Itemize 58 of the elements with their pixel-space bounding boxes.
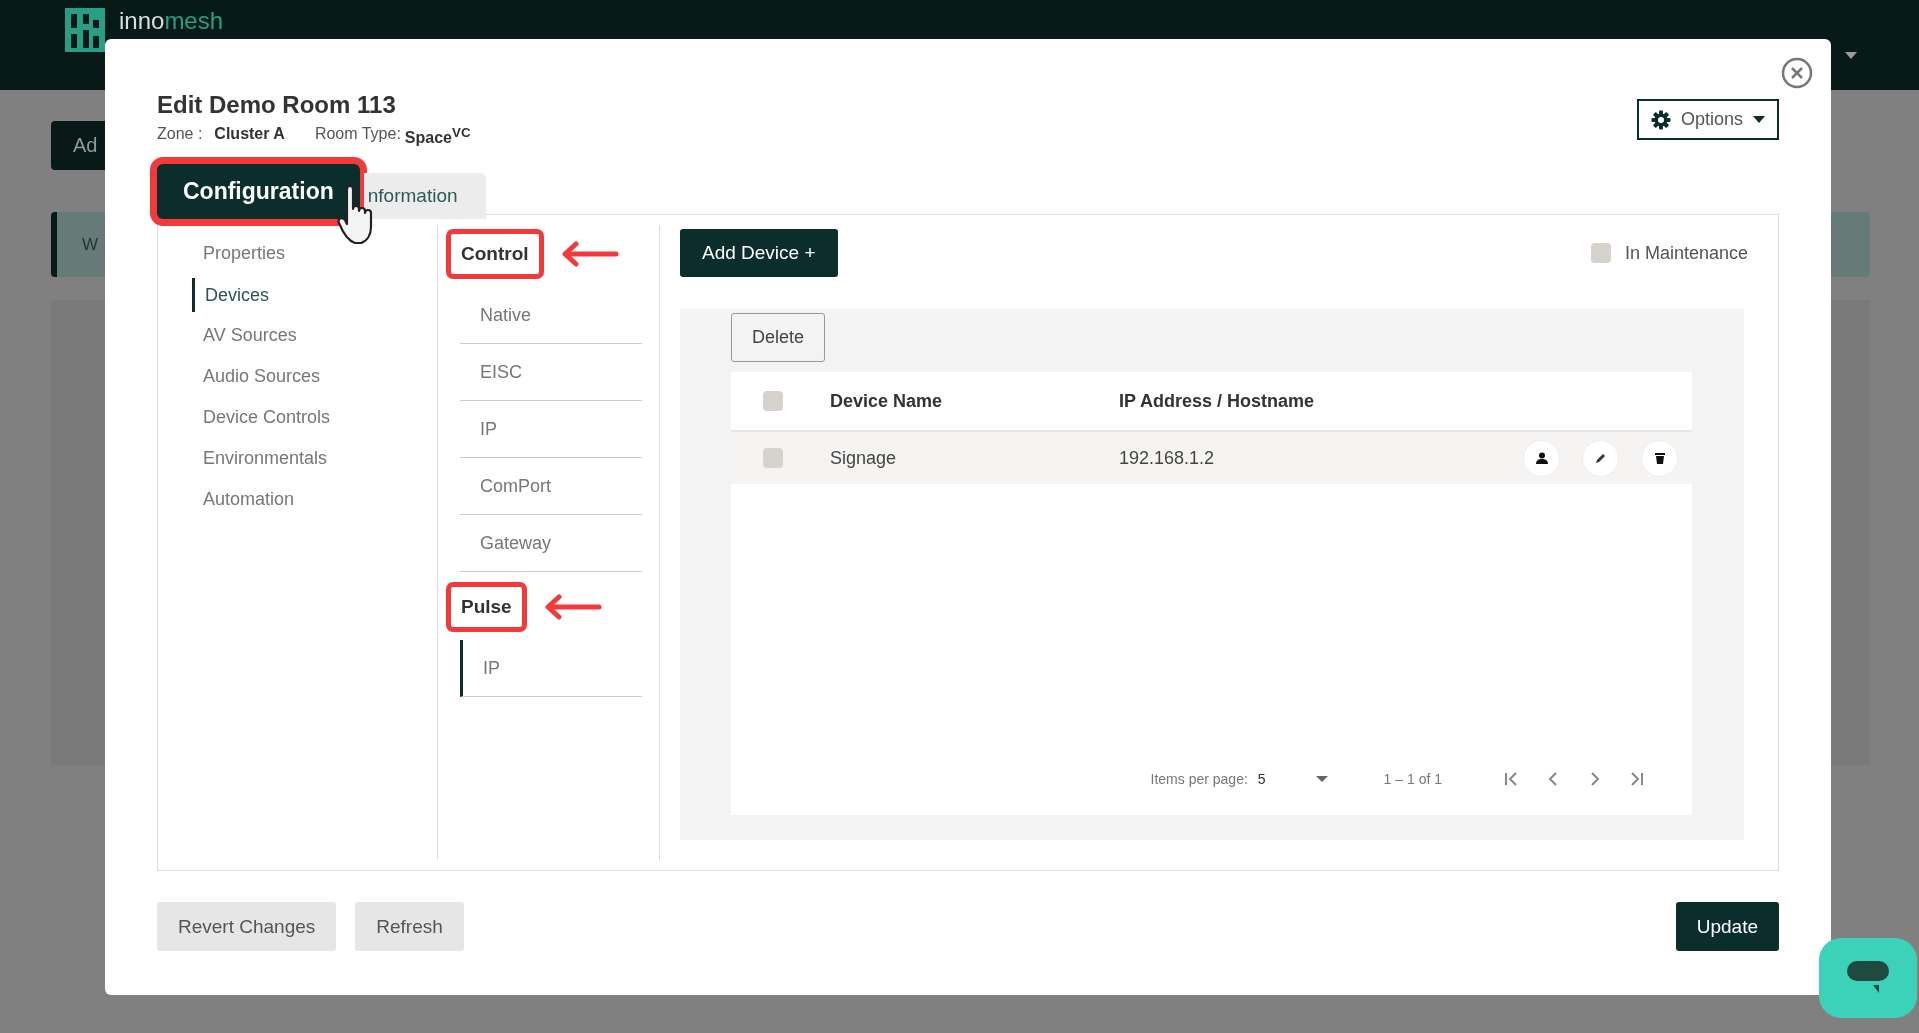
caret-icon bbox=[1753, 116, 1765, 123]
caret-icon[interactable] bbox=[1845, 52, 1857, 59]
zone-value: Cluster A bbox=[214, 125, 285, 144]
caret-icon[interactable] bbox=[1315, 776, 1328, 783]
first-page-icon bbox=[1504, 771, 1518, 788]
chevron-left-icon bbox=[1546, 771, 1560, 788]
column-header: Device Name bbox=[830, 390, 944, 412]
checkbox[interactable] bbox=[1590, 243, 1611, 264]
room-type-value: Space$^{VC}$ bbox=[404, 125, 471, 148]
group-heading: Control bbox=[446, 229, 544, 280]
checkbox[interactable] bbox=[763, 448, 783, 469]
nav-item[interactable]: Properties bbox=[158, 233, 437, 275]
delete-button[interactable]: Delete bbox=[731, 313, 826, 363]
page-size-select[interactable]: 5 bbox=[1257, 771, 1266, 788]
device-type-item[interactable]: Gateway bbox=[460, 515, 642, 573]
update-button[interactable]: Update bbox=[1675, 902, 1779, 952]
annotation-arrow bbox=[559, 241, 620, 268]
device-type-item[interactable]: IP bbox=[460, 640, 642, 698]
device-type-item[interactable]: Native bbox=[460, 287, 642, 345]
nav-item[interactable]: AV Sources bbox=[158, 315, 437, 357]
table-cell-text: 192.168.1.2 bbox=[1119, 447, 1216, 469]
zone-label: Zone : bbox=[157, 125, 203, 144]
footer-button[interactable]: Refresh bbox=[355, 902, 464, 952]
column-header: IP Address / Hostname bbox=[1119, 390, 1316, 412]
chat-button[interactable] bbox=[1819, 938, 1917, 1018]
chat-icon bbox=[1847, 961, 1889, 995]
room-type-label: Room Type: bbox=[314, 125, 401, 144]
last-page-icon bbox=[1630, 771, 1644, 788]
footer-button[interactable]: Revert Changes bbox=[157, 902, 337, 952]
device-type-item[interactable]: EISC bbox=[460, 344, 642, 402]
nav-item[interactable]: Devices bbox=[192, 278, 437, 313]
person-button[interactable] bbox=[1523, 439, 1560, 477]
delete-button[interactable] bbox=[1641, 439, 1678, 477]
edit-button[interactable] bbox=[1582, 439, 1619, 477]
close-icon[interactable] bbox=[1781, 57, 1813, 89]
person-icon bbox=[1535, 452, 1548, 465]
table-cell-text: Signage bbox=[830, 447, 898, 469]
annotation-arrow bbox=[542, 594, 603, 621]
nav-item[interactable]: Device Controls bbox=[158, 397, 437, 439]
chevron-right-icon bbox=[1588, 771, 1602, 788]
device-type-item[interactable]: IP bbox=[460, 401, 642, 459]
maintenance-label: In Maintenance bbox=[1624, 242, 1748, 264]
add-device-button[interactable]: Add Device + bbox=[680, 229, 838, 278]
logo-icon bbox=[65, 8, 105, 52]
nav-item[interactable]: Environmentals bbox=[158, 438, 437, 480]
page-range: 1 – 1 of 1 bbox=[1383, 771, 1442, 788]
group-heading: Pulse bbox=[446, 582, 527, 633]
dialog-title: Edit Demo Room 113 bbox=[157, 91, 397, 119]
nav-item[interactable]: Automation bbox=[158, 479, 437, 521]
nav-item[interactable]: Audio Sources bbox=[158, 356, 437, 398]
trash-icon bbox=[1653, 452, 1666, 465]
logo-text: innomesh bbox=[119, 8, 224, 34]
items-per-page-label: Items per page: bbox=[1150, 771, 1248, 788]
tab[interactable]: nformation bbox=[363, 173, 486, 220]
checkbox[interactable] bbox=[763, 391, 783, 412]
device-type-item[interactable]: ComPort bbox=[460, 458, 642, 516]
pencil-icon bbox=[1594, 452, 1607, 465]
options-button[interactable]: Options bbox=[1636, 99, 1779, 140]
